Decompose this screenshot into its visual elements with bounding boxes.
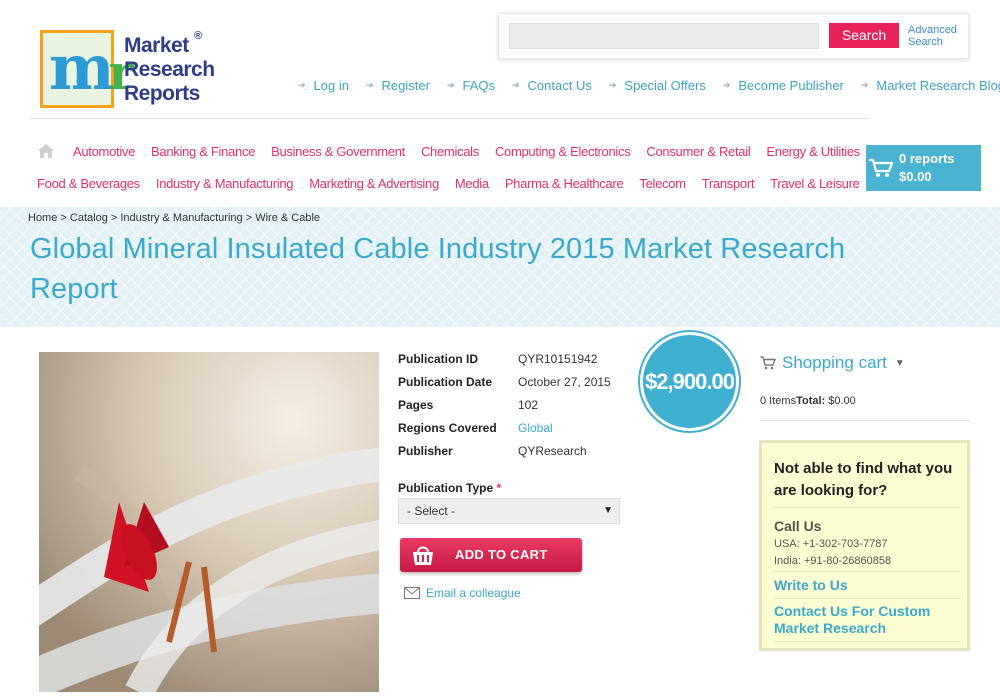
registered-mark: ® xyxy=(194,30,203,42)
arrow-icon: ➔ xyxy=(722,79,731,90)
phone-usa: USA: +1-302-703-7787 xyxy=(774,538,888,550)
detail-row: Publisher QYResearch xyxy=(398,444,587,458)
search-bar: Search Advanced Search xyxy=(498,13,969,59)
detail-row: Publication Date October 27, 2015 xyxy=(398,375,611,389)
category-pharma-healthcare[interactable]: Pharma & Healthcare xyxy=(505,176,624,191)
detail-row: Publication ID QYR10151942 xyxy=(398,352,598,366)
logo-mark: mr xyxy=(40,30,134,108)
category-banking-finance[interactable]: Banking & Finance xyxy=(151,144,255,159)
header-cart[interactable]: 0 reports $0.00 xyxy=(866,145,981,191)
publication-type-label: Publication Type * xyxy=(398,481,502,495)
category-energy-utilities[interactable]: Energy & Utilities xyxy=(766,144,860,159)
category-media[interactable]: Media xyxy=(455,176,489,191)
site-logo[interactable]: mr Market Research Reports ® xyxy=(40,30,215,110)
arrow-icon: ➔ xyxy=(860,79,869,90)
blog-link[interactable]: ➔ Market Research Blog xyxy=(861,76,1000,94)
page-title: Global Mineral Insulated Cable Industry … xyxy=(30,233,846,305)
cart-icon xyxy=(760,356,776,370)
category-transport[interactable]: Transport xyxy=(702,176,755,191)
category-chemicals[interactable]: Chemicals xyxy=(421,144,479,159)
detail-row: Pages 102 xyxy=(398,398,539,412)
breadcrumb-catalog[interactable]: Catalog xyxy=(70,212,108,224)
dropdown-arrow-icon: ▼ xyxy=(603,505,613,516)
email-colleague-link[interactable]: Email a colleague xyxy=(404,586,521,600)
cart-total: $0.00 xyxy=(899,169,932,184)
divider xyxy=(774,571,960,572)
price-badge: $2,900.00 xyxy=(640,332,739,431)
cart-icon xyxy=(869,158,894,177)
chevron-down-icon: ▼ xyxy=(894,357,905,369)
category-automotive[interactable]: Automotive xyxy=(73,144,135,159)
category-food-beverages[interactable]: Food & Beverages xyxy=(37,176,140,191)
custom-research-link[interactable]: Contact Us For Custom Market Research xyxy=(774,603,964,637)
register-link[interactable]: ➔ Register xyxy=(366,76,430,94)
shopping-cart-toggle[interactable]: Shopping cart ▼ xyxy=(760,353,905,373)
divider xyxy=(774,598,960,599)
phone-india: India: +91-80-26860858 xyxy=(774,555,892,567)
breadcrumb: Home > Catalog > Industry & Manufacturin… xyxy=(28,212,320,224)
detail-row: Regions Covered Global xyxy=(398,421,553,435)
breadcrumb-wire-cable[interactable]: Wire & Cable xyxy=(255,212,320,224)
arrow-icon: ➔ xyxy=(298,79,306,90)
category-travel-leisure[interactable]: Travel & Leisure xyxy=(770,176,860,191)
write-to-us-link[interactable]: Write to Us xyxy=(774,577,964,594)
divider xyxy=(774,641,960,642)
help-title: Not able to find what you are looking fo… xyxy=(774,460,953,499)
breadcrumb-home[interactable]: Home xyxy=(28,212,57,224)
special-offers-link[interactable]: ➔ Special Offers xyxy=(609,76,706,94)
cable-photo xyxy=(39,352,379,692)
divider xyxy=(774,507,960,508)
top-nav: ➔ Log in ➔ Register ➔ FAQs ➔ Contact Us ➔ Spe… xyxy=(298,76,1000,94)
category-telecom[interactable]: Telecom xyxy=(639,176,686,191)
cart-count: 0 reports xyxy=(899,151,955,166)
shopping-cart-summary: 0 ItemsTotal: $0.00 xyxy=(760,395,856,407)
shopping-bag-icon xyxy=(413,546,433,565)
call-us-heading: Call Us xyxy=(774,518,822,534)
divider xyxy=(760,420,970,421)
arrow-icon: ➔ xyxy=(365,79,374,90)
login-link[interactable]: ➔ Log in xyxy=(298,76,349,94)
category-nav-row-2: Food & Beverages Industry & Manufacturin… xyxy=(37,176,876,191)
envelope-icon xyxy=(404,587,420,599)
arrow-icon: ➔ xyxy=(446,79,455,90)
contact-us-link[interactable]: ➔ Contact Us xyxy=(512,76,592,94)
search-input[interactable] xyxy=(509,23,819,49)
product-image xyxy=(39,352,379,692)
region-link[interactable]: Global xyxy=(518,421,553,435)
header-divider xyxy=(30,118,870,119)
category-computing-electronics[interactable]: Computing & Electronics xyxy=(495,144,631,159)
advanced-search-link[interactable]: Advanced Search xyxy=(908,24,968,48)
help-box: Not able to find what you are looking fo… xyxy=(759,440,970,651)
become-publisher-link[interactable]: ➔ Become Publisher xyxy=(723,76,844,94)
category-business-government[interactable]: Business & Government xyxy=(271,144,405,159)
breadcrumb-industry[interactable]: Industry & Manufacturing xyxy=(120,212,242,224)
arrow-icon: ➔ xyxy=(512,79,520,90)
category-nav-row-1: Automotive Banking & Finance Business & … xyxy=(73,144,876,159)
faqs-link[interactable]: ➔ FAQs xyxy=(447,76,495,94)
arrow-icon: ➔ xyxy=(608,79,617,90)
category-marketing-advertising[interactable]: Marketing & Advertising xyxy=(309,176,439,191)
search-button[interactable]: Search xyxy=(829,23,899,48)
home-icon[interactable] xyxy=(37,143,55,159)
category-consumer-retail[interactable]: Consumer & Retail xyxy=(646,144,750,159)
add-to-cart-button[interactable]: ADD TO CART xyxy=(400,538,582,572)
category-industry-manufacturing[interactable]: Industry & Manufacturing xyxy=(156,176,294,191)
logo-text: Market Research Reports xyxy=(124,34,215,105)
publication-type-select[interactable]: - Select - ▼ xyxy=(398,498,620,524)
